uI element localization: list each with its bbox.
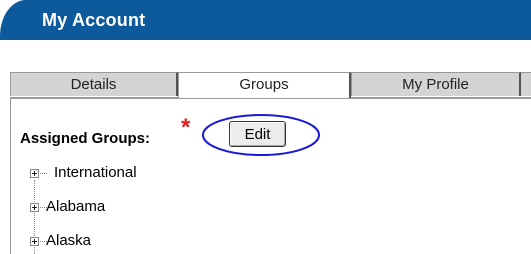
tree-item-label: Alabama bbox=[46, 198, 106, 215]
tab-bar: Details Groups My Profile bbox=[10, 72, 531, 99]
account-header: My Account bbox=[0, 0, 531, 40]
tab-groups[interactable]: Groups bbox=[178, 72, 351, 99]
assigned-groups-label: Assigned Groups: bbox=[20, 130, 151, 147]
tree-item-label: Alaska bbox=[46, 232, 92, 249]
tab-bar-filler bbox=[521, 72, 531, 96]
tab-my-profile[interactable]: My Profile bbox=[351, 72, 521, 96]
required-asterisk: * bbox=[181, 114, 191, 141]
tree-item-label: International bbox=[54, 164, 137, 181]
tree-branch-dots bbox=[40, 173, 47, 174]
plus-expander-icon[interactable] bbox=[30, 237, 39, 246]
plus-expander-icon[interactable] bbox=[30, 203, 39, 212]
page-title: My Account bbox=[42, 10, 146, 30]
edit-groups-button[interactable]: Edit bbox=[229, 121, 286, 147]
plus-expander-icon[interactable] bbox=[30, 169, 39, 178]
tab-details[interactable]: Details bbox=[10, 72, 178, 96]
